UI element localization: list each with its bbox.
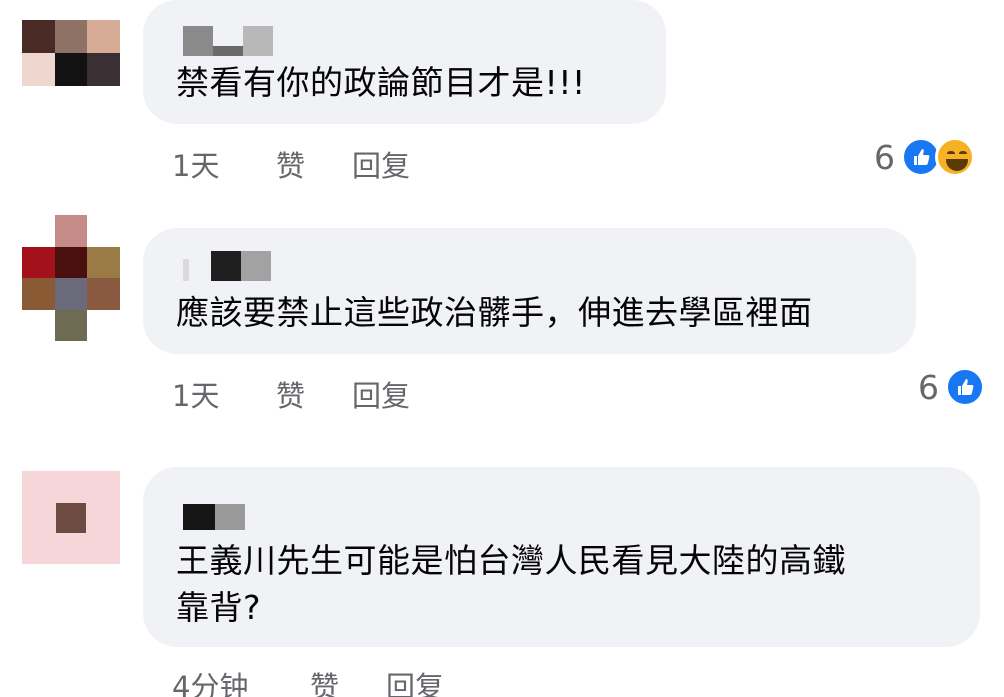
reaction-count: 6 [874,137,895,177]
comment-text: 應該要禁止這些政治髒手，伸進去學區裡面 [176,293,813,332]
reactions-summary[interactable]: 6 [874,137,975,177]
comment-text-line-1: 王義川先生可能是怕台灣人民看見大陸的高鐵 [176,541,846,580]
reply-button[interactable]: 回复 [352,373,410,415]
like-button[interactable]: 赞 [276,143,305,185]
reply-button[interactable]: 回复 [352,143,410,185]
author-name[interactable] [183,500,245,530]
timestamp[interactable]: 4分钟 [172,664,248,697]
author-name[interactable] [183,247,271,281]
comment-text: 禁看有你的政論節目才是!!! [176,63,586,102]
avatar[interactable] [22,215,120,341]
reply-button[interactable]: 回复 [386,664,444,697]
reactions-summary[interactable]: 6 [918,367,985,407]
avatar[interactable] [22,20,120,86]
like-button[interactable]: 赞 [310,664,339,697]
haha-icon [935,137,975,177]
timestamp[interactable]: 1天 [172,143,219,185]
avatar[interactable] [22,471,120,564]
author-name[interactable] [183,22,273,56]
like-icon [945,367,985,407]
reaction-count: 6 [918,367,939,407]
like-button[interactable]: 赞 [276,373,305,415]
comment-text-line-2: 靠背? [176,588,262,627]
timestamp[interactable]: 1天 [172,373,219,415]
